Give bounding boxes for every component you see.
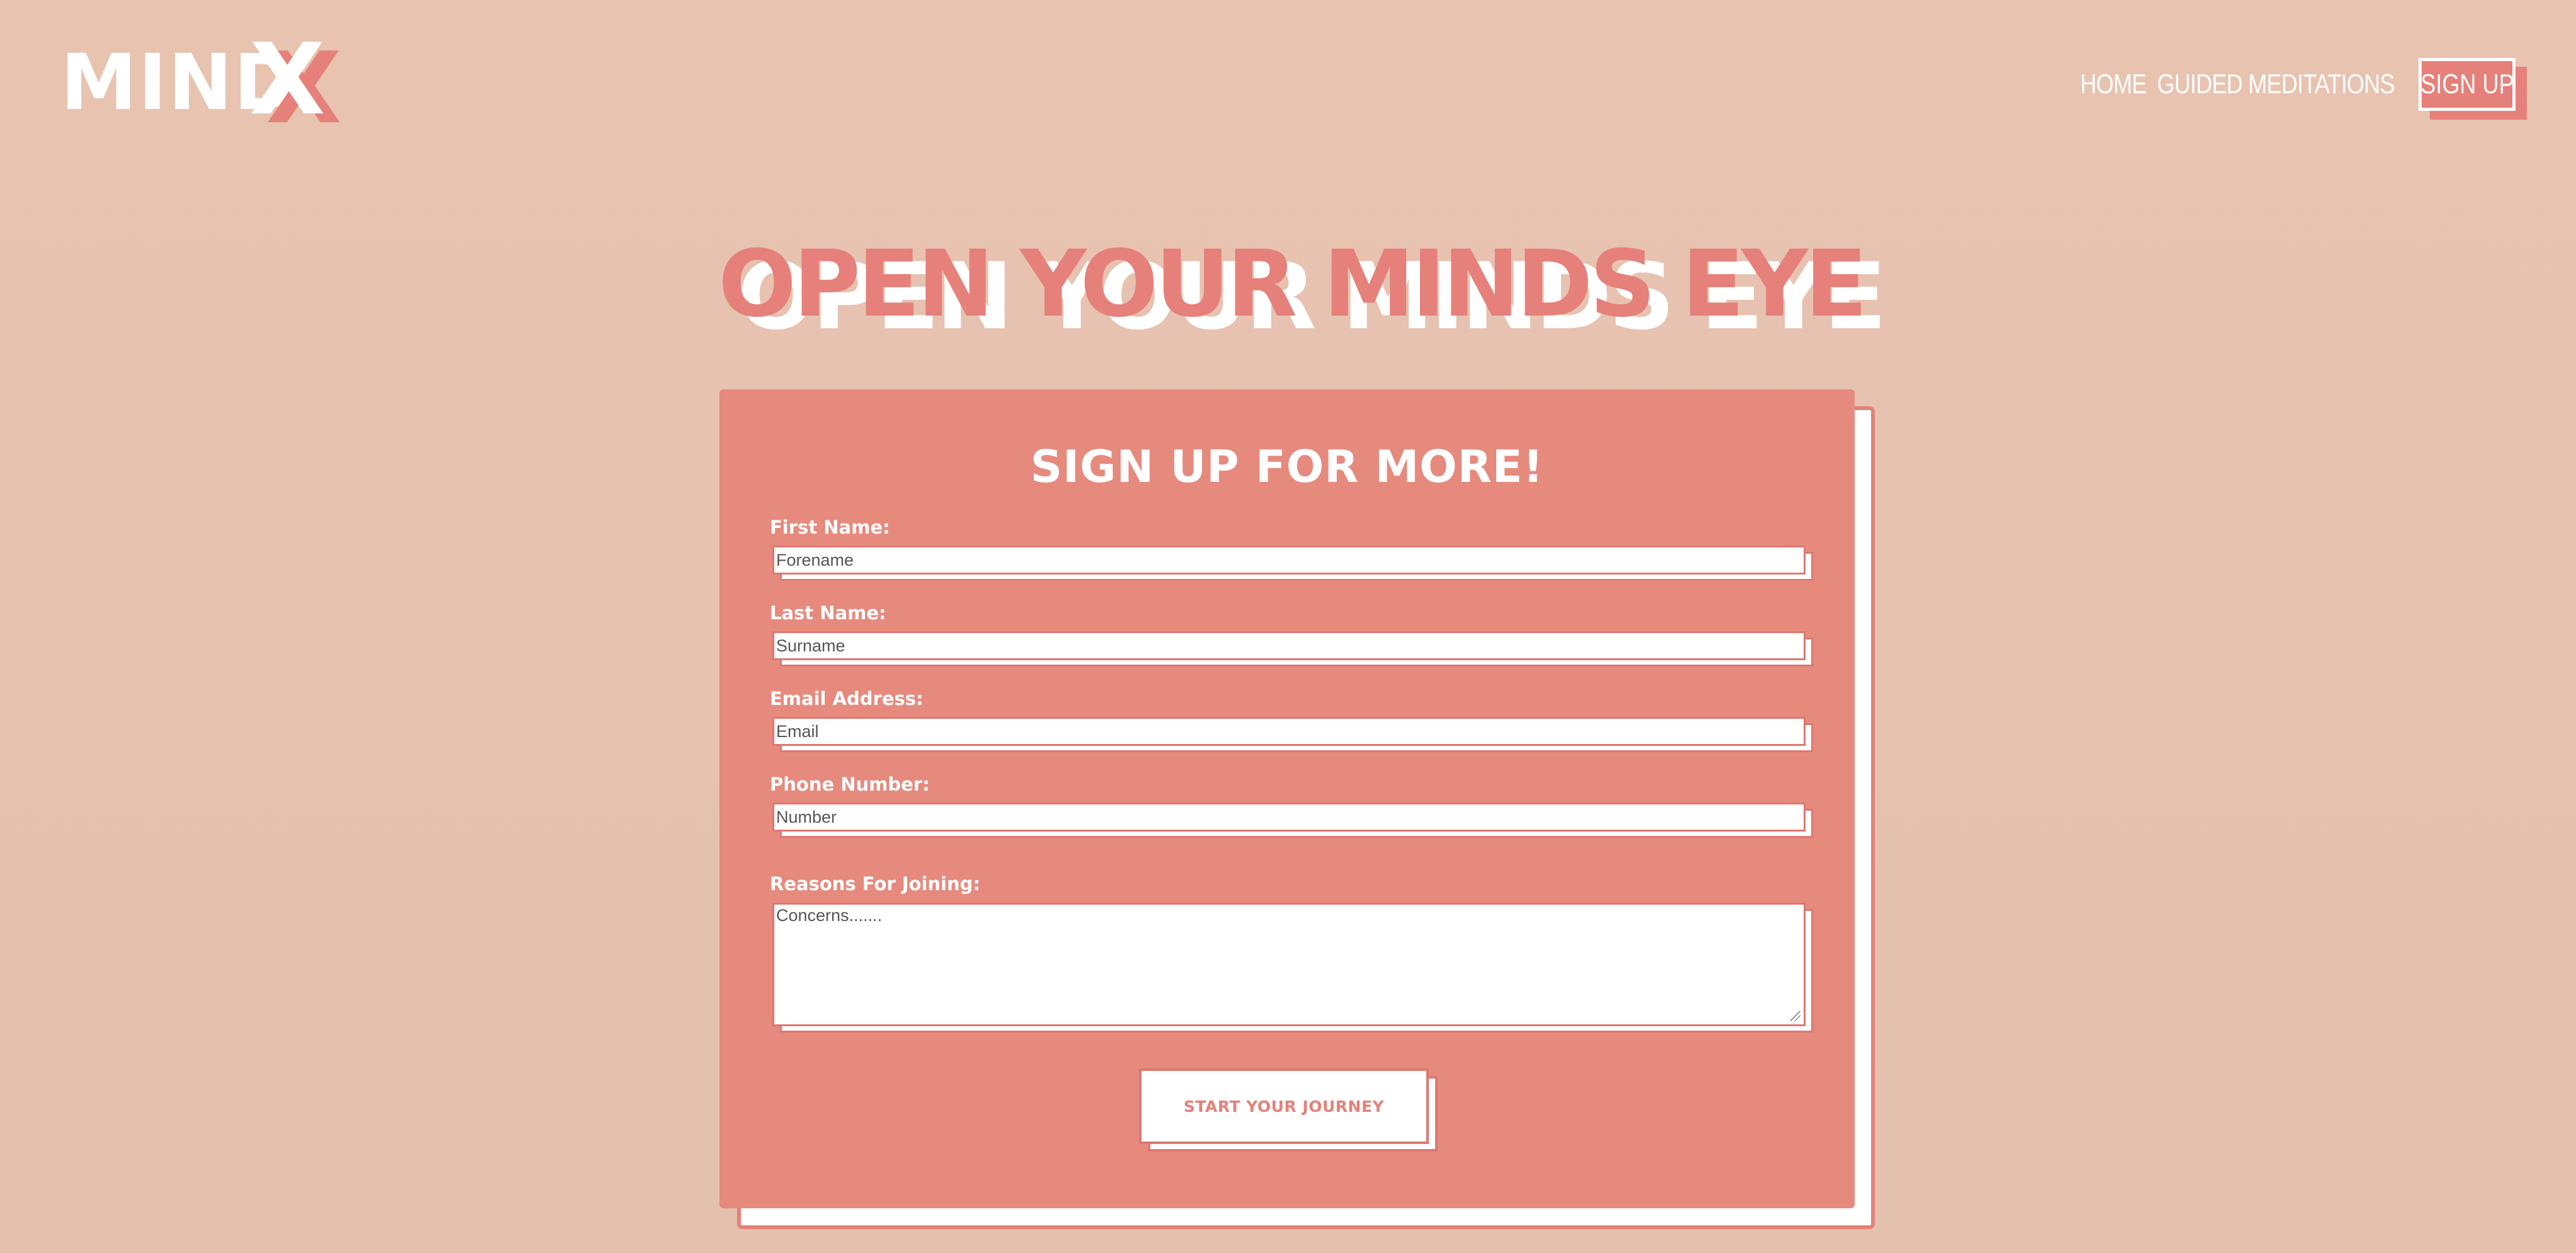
nav-signup-button[interactable]: SIGN UP [2419, 58, 2516, 111]
start-journey-button[interactable]: START YOUR JOURNEY [1139, 1068, 1429, 1144]
signup-form: SIGN UP FOR MORE! First Name: Last Name:… [719, 389, 1855, 1208]
nav-signup: SIGN UP [2419, 58, 2527, 120]
start-journey-label: START YOUR JOURNEY [1183, 1097, 1385, 1116]
submit-area: START YOUR JOURNEY [1139, 1068, 1438, 1152]
textarea-resize-handle[interactable] [1790, 1011, 1800, 1021]
email-field [772, 717, 1813, 752]
reasons-field [772, 903, 1813, 1033]
email-input[interactable] [772, 717, 1806, 746]
main-nav: HOME GUIDED MEDITATIONS SIGN UP [2080, 58, 2527, 120]
first-name-field [772, 546, 1813, 581]
last-name-label: Last Name: [770, 602, 886, 624]
nav-guided-meditations-link[interactable]: GUIDED MEDITATIONS [2157, 69, 2395, 100]
form-title: SIGN UP FOR MORE! [1030, 441, 1544, 493]
hero-title-text: OPEN YOUR MINDS EYE [718, 231, 1867, 338]
nav-home-link[interactable]: HOME [2080, 69, 2147, 100]
phone-input[interactable] [772, 803, 1806, 832]
last-name-input[interactable] [772, 631, 1806, 660]
last-name-field [772, 631, 1813, 667]
first-name-label: First Name: [770, 517, 890, 538]
reasons-label: Reasons For Joining: [770, 873, 980, 895]
site-logo[interactable]: MIND X X [60, 30, 350, 137]
logo-x-mark: X X [249, 30, 341, 137]
logo-x-front: X [249, 22, 326, 137]
hero-title: OPEN YOUR MINDS EYE OPEN YOUR MINDS EYE [718, 231, 1886, 352]
first-name-input[interactable] [772, 546, 1806, 575]
phone-label: Phone Number: [770, 774, 930, 795]
email-label: Email Address: [770, 688, 924, 709]
nav-signup-label: SIGN UP [2420, 69, 2514, 100]
phone-field [772, 803, 1813, 838]
reasons-textarea[interactable] [772, 903, 1806, 1026]
